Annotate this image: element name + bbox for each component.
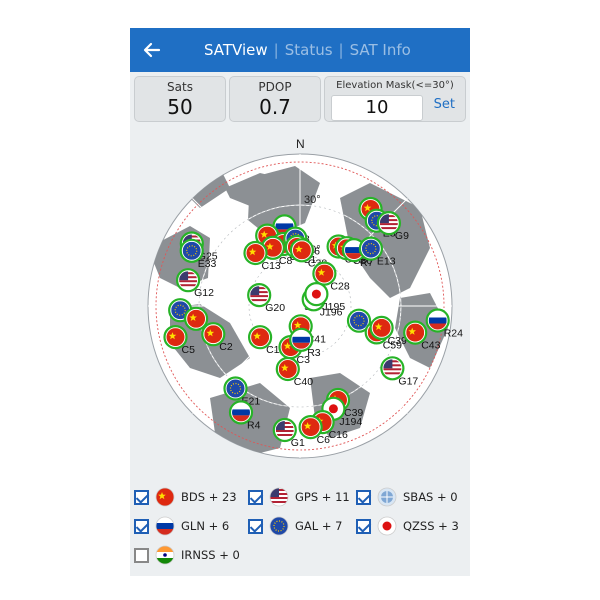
legend-label: GAL + 7 (295, 519, 343, 533)
russia-flag-icon (155, 516, 175, 536)
tab-separator: | (338, 41, 344, 59)
china-flag-icon (155, 487, 175, 507)
checkbox-sbas[interactable] (356, 489, 371, 505)
ring-label-30: 30° (304, 194, 321, 206)
satellite-label: G1 (291, 437, 305, 449)
satellite-label: R24 (444, 328, 463, 340)
satellite-label: C40 (294, 376, 313, 388)
tab-satview[interactable]: SATView (200, 41, 272, 59)
elevation-mask-input[interactable]: 10 (331, 95, 423, 121)
satellite-label: J194 (339, 416, 362, 428)
satellite-label: G12 (194, 287, 214, 299)
satellite-label: C2 (219, 341, 233, 353)
checkbox-gps[interactable] (248, 489, 263, 505)
legend-label: SBAS + 0 (403, 490, 458, 504)
elevation-mask-box: Elevation Mask(<=30°) 10 Set (324, 76, 466, 122)
pdop-box: PDOP 0.7 (229, 76, 321, 122)
pdop-label: PDOP (258, 80, 292, 94)
satellite-label: C16 (329, 429, 348, 441)
legend-item-bds: BDS + 23 (134, 486, 237, 508)
back-arrow-icon[interactable] (138, 37, 166, 63)
satellite-label: E33 (198, 258, 217, 270)
legend-item-sbas: SBAS + 0 (356, 486, 458, 508)
checkbox-bds[interactable] (134, 489, 149, 505)
checkbox-gln[interactable] (134, 518, 149, 534)
satellite-label: C43 (421, 340, 440, 352)
set-button[interactable]: Set (434, 97, 455, 112)
grid (148, 154, 452, 458)
india-flag-icon (155, 545, 175, 565)
sats-box: Sats 50 (134, 76, 226, 122)
sky-plot: N 30° 60° 90° R18C14E8G9G25E33C2C26E26C1… (147, 137, 463, 459)
satellite-label: G20 (265, 302, 285, 314)
sats-value: 50 (167, 95, 193, 119)
legend-item-irnss: IRNSS + 0 (134, 544, 240, 566)
tab-status[interactable]: Status (281, 41, 337, 59)
satellite-label: G9 (395, 230, 409, 242)
legend-item-qzss: QZSS + 3 (356, 515, 459, 537)
satellite-label: C6 (317, 434, 331, 446)
japan-flag-icon (377, 516, 397, 536)
legend-item-gal: GAL + 7 (248, 515, 342, 537)
usa-flag-icon (269, 487, 289, 507)
legend-label: BDS + 23 (181, 490, 237, 504)
legend-label: GLN + 6 (181, 519, 230, 533)
satellite-label: R3 (307, 347, 321, 359)
sats-label: Sats (167, 80, 193, 94)
satellite-label: R4 (247, 419, 261, 431)
tab-sat-info[interactable]: SAT Info (346, 41, 415, 59)
checkbox-irnss[interactable] (134, 547, 149, 563)
satellite-label: C5 (182, 344, 196, 356)
north-label: N (296, 137, 305, 151)
satellite-label: C13 (262, 260, 281, 272)
app-window: SATView | Status | SAT Info Sats 50 PDOP… (130, 28, 470, 576)
satellite-label: G17 (398, 375, 418, 387)
legend-item-gln: GLN + 6 (134, 515, 229, 537)
legend-label: IRNSS + 0 (181, 548, 240, 562)
elevation-mask-label: Elevation Mask(<=30°) (336, 80, 454, 91)
satellite-label: C8 (279, 255, 293, 267)
globe-icon (377, 487, 397, 507)
satellite-label: C28 (330, 281, 349, 293)
legend-label: GPS + 11 (295, 490, 350, 504)
checkbox-qzss[interactable] (356, 518, 371, 534)
top-bar: SATView | Status | SAT Info (130, 28, 470, 72)
pdop-value: 0.7 (259, 95, 291, 119)
satellite-label: J195 (322, 301, 345, 313)
tab-bar: SATView | Status | SAT Info (200, 28, 415, 72)
eu-flag-icon (269, 516, 289, 536)
tab-separator: | (273, 41, 279, 59)
satellite-label: E13 (377, 256, 396, 268)
legend-item-gps: GPS + 11 (248, 486, 350, 508)
legend-label: QZSS + 3 (403, 519, 459, 533)
checkbox-gal[interactable] (248, 518, 263, 534)
